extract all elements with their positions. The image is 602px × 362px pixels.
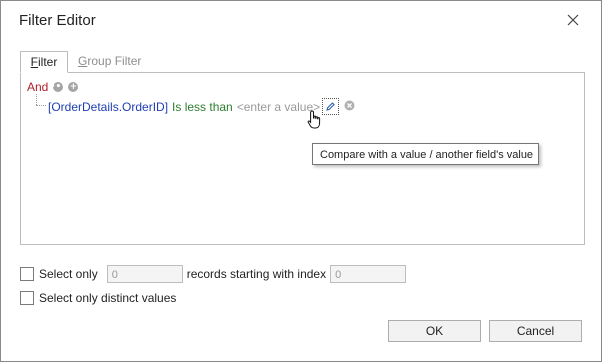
distinct-row: Select only distinct values [20,291,176,305]
add-condition-icon[interactable]: + [68,82,79,92]
tab-group-filter[interactable]: Group Filter [72,51,147,71]
remove-condition-button[interactable] [344,100,355,114]
tree-line [36,105,46,106]
more-options-icon[interactable]: ••• [50,82,67,92]
pencil-icon [326,102,335,111]
select-only-row: Select only 0 records starting with inde… [20,265,407,283]
ok-button[interactable]: OK [388,320,481,342]
start-index-input[interactable]: 0 [330,265,407,283]
group-operator[interactable]: And [27,80,48,94]
remove-condition-icon [344,100,355,110]
window-title: Filter Editor [19,12,96,29]
condition-operator[interactable]: Is less than [172,100,233,114]
hand-cursor-icon [307,110,321,129]
select-only-checkbox[interactable] [20,267,34,281]
distinct-checkbox[interactable] [20,291,34,305]
select-only-label: Select only [39,267,98,281]
tab-filter[interactable]: Filter [20,51,68,73]
distinct-label: Select only distinct values [39,291,177,305]
select-only-count-input[interactable]: 0 [106,265,183,283]
close-button[interactable] [561,9,585,31]
close-icon [567,14,579,26]
records-starting-label: records starting with index [186,267,327,281]
cancel-button[interactable]: Cancel [489,320,582,342]
tree-line [36,94,37,105]
filter-editor-dialog: Filter Editor Filter Group Filter And ••… [0,0,602,362]
edit-value-button[interactable] [322,98,340,115]
tooltip: Compare with a value / another field's v… [312,143,539,165]
condition-field[interactable]: [OrderDetails.OrderID] [48,100,168,114]
group-row: And ••• + [27,80,79,94]
